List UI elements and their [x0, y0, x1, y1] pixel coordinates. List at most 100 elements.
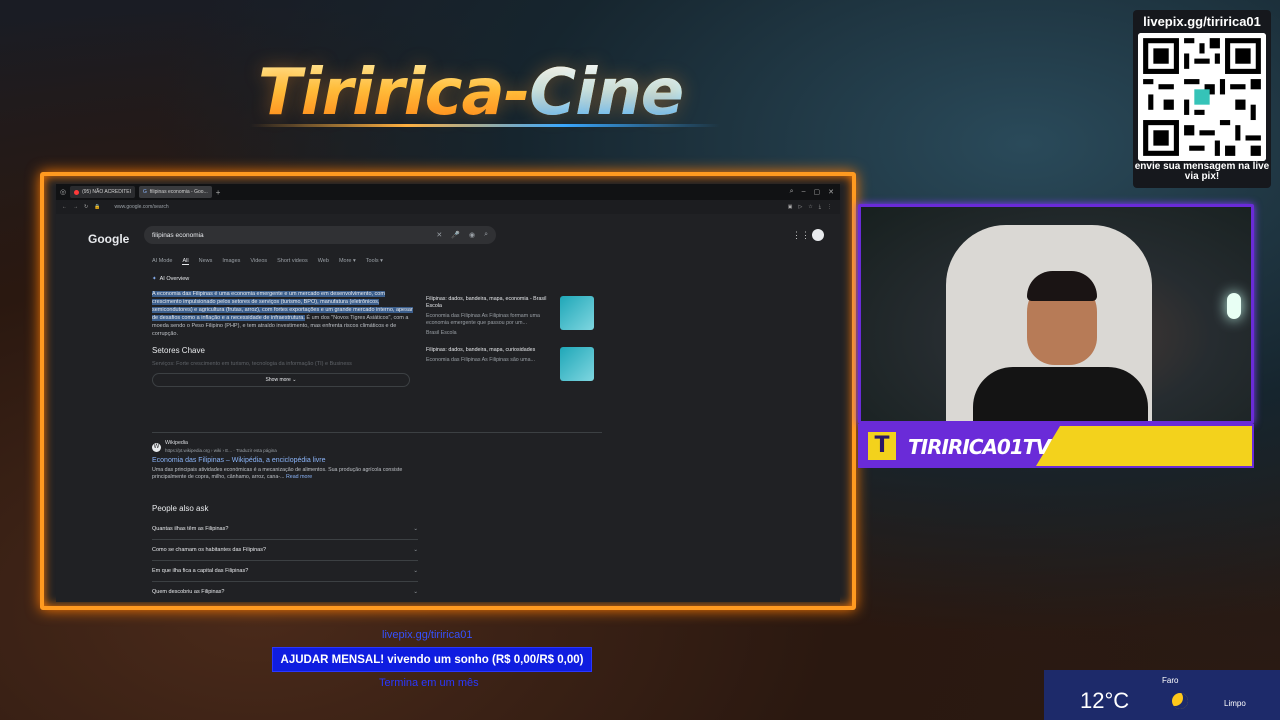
- tab-label: (95) NÃO ACREDITEI: [82, 189, 132, 195]
- show-more-button[interactable]: Show more ⌄: [152, 373, 410, 387]
- result-snippet: Uma das principais atividades económicas…: [152, 467, 403, 480]
- search-query: filipinas economia: [152, 231, 204, 239]
- browser-window: ◎ (95) NÃO ACREDITEI Gfilipinas economia…: [56, 184, 840, 602]
- google-header: Google: [88, 232, 129, 246]
- mic-icon[interactable]: 🎤: [451, 231, 460, 239]
- paa-question[interactable]: Em que ilha fica a capital das Filipinas…: [152, 561, 418, 582]
- weather-city: Faro: [1162, 676, 1179, 685]
- bookmark-icon[interactable]: ☆: [808, 204, 812, 210]
- camera-icon[interactable]: ◉: [469, 231, 475, 239]
- download-icon[interactable]: ⤓: [819, 204, 821, 210]
- source-cards: Filipinas: dados, bandeira, mapa, econom…: [426, 296, 596, 391]
- card-thumbnail: [560, 347, 594, 381]
- chevron-down-icon: ⌄: [292, 377, 297, 383]
- donation-goal-bar: AJUDAR MENSAL! vivendo um sonho (R$ 0,00…: [272, 647, 592, 672]
- tab-label: filipinas economia - Goo...: [149, 189, 208, 195]
- result-title-link[interactable]: Economia das Filipinas – Wikipédia, a en…: [152, 457, 422, 464]
- streamer: [973, 271, 1148, 421]
- address-bar: ← → ↻ 🔒 www.google.com/search ▣ ▷ ☆ ⤓ ⋮: [56, 200, 840, 214]
- chevron-down-icon: ⌄: [413, 589, 418, 595]
- brand-underline: [250, 124, 720, 127]
- divider: [152, 432, 602, 433]
- result-site: Wikipedia: [165, 440, 188, 446]
- reload-icon[interactable]: ↻: [84, 204, 88, 210]
- account-avatar[interactable]: [812, 229, 824, 241]
- clear-icon[interactable]: ✕: [436, 231, 442, 239]
- apps-grid-icon[interactable]: ⋮⋮: [792, 230, 810, 241]
- forward-icon[interactable]: →: [73, 204, 78, 210]
- tab-youtube[interactable]: (95) NÃO ACREDITEI: [70, 186, 136, 198]
- show-more-label: Show more: [265, 377, 291, 383]
- qr-message: envie sua mensagem na live via pix!: [1134, 161, 1270, 182]
- close-window-icon[interactable]: ✕: [828, 188, 834, 196]
- back-icon[interactable]: ←: [62, 204, 67, 210]
- tab-tools[interactable]: Tools ▾: [366, 258, 383, 265]
- pix-qr-panel: livepix.gg/tiririca01 envie sua mensagem…: [1133, 10, 1271, 188]
- tab-all[interactable]: All: [182, 258, 189, 265]
- youtube-icon: [74, 189, 80, 195]
- chevron-down-icon: ⌄: [413, 547, 418, 553]
- maximize-icon[interactable]: ▢: [814, 188, 821, 196]
- search-nav-tabs: AI Mode All News Images Videos Short vid…: [152, 258, 383, 265]
- card-title: Filipinas: dados, bandeira, mapa, curios…: [426, 347, 536, 353]
- moon-icon: [1172, 693, 1188, 709]
- tab-web[interactable]: Web: [318, 258, 329, 265]
- window-controls: ⌕ – ▢ ✕: [790, 188, 840, 196]
- read-more-link[interactable]: Read more: [286, 474, 312, 480]
- paa-question[interactable]: Como se chamam os habitantes das Filipin…: [152, 540, 418, 561]
- goal-deadline: Termina em um mês: [379, 677, 479, 689]
- people-also-ask: People also ask Quantas ilhas têm as Fil…: [152, 504, 418, 602]
- chevron-down-icon: ⌄: [413, 526, 418, 532]
- card-desc: Economia das Filipinas As Filipinas form…: [426, 313, 540, 326]
- tab-google[interactable]: Gfilipinas economia - Goo...: [139, 186, 212, 198]
- extension-icon[interactable]: ▷: [798, 204, 802, 210]
- channel-nameplate: T TIRIRICA01TV: [858, 424, 1254, 468]
- wikipedia-icon: W: [152, 442, 161, 452]
- channel-logo: T: [868, 432, 896, 460]
- weather-widget: Faro 12°C Limpo: [1044, 670, 1280, 720]
- card-source: Brasil Escola: [426, 330, 457, 336]
- question-text: Quem descobriu as Filipinas?: [152, 589, 225, 595]
- question-text: Em que ilha fica a capital das Filipinas…: [152, 568, 249, 574]
- search-tabs-icon[interactable]: ⌕: [790, 188, 794, 196]
- chevron-down-icon: ⌄: [413, 568, 418, 574]
- result-url: https://pt.wikipedia.org › wiki › E... ·…: [165, 448, 277, 453]
- search-icon[interactable]: ⌕: [484, 231, 488, 239]
- url-field[interactable]: www.google.com/search: [114, 204, 168, 210]
- search-result: W Wikipedia https://pt.wikipedia.org › wik…: [152, 440, 422, 481]
- extension-icons: ▣ ▷ ☆ ⤓ ⋮: [788, 204, 840, 210]
- tab-more[interactable]: More ▾: [339, 258, 356, 265]
- pix-url: livepix.gg/tiririca01: [382, 629, 473, 641]
- source-card[interactable]: Filipinas: dados, bandeira, mapa, curios…: [426, 347, 596, 381]
- question-text: Quantas ilhas têm as Filipinas?: [152, 526, 229, 532]
- source-card[interactable]: Filipinas: dados, bandeira, mapa, econom…: [426, 296, 596, 337]
- card-title: Filipinas: dados, bandeira, mapa, econom…: [426, 296, 547, 309]
- ai-overview-text: A economia das Filipinas é uma economia …: [152, 290, 414, 338]
- paa-question[interactable]: Quantas ilhas têm as Filipinas? ⌄: [152, 519, 418, 540]
- google-logo[interactable]: Google: [88, 232, 129, 246]
- lock-icon: 🔒: [94, 204, 101, 210]
- browser-frame: ◎ (95) NÃO ACREDITEI Gfilipinas economia…: [40, 172, 856, 610]
- tab-news[interactable]: News: [199, 258, 213, 265]
- browser-menu-icon[interactable]: ◎: [60, 188, 66, 196]
- sparkle-icon: ✦: [152, 276, 157, 282]
- tab-images[interactable]: Images: [222, 258, 240, 265]
- tab-videos[interactable]: Videos: [250, 258, 267, 265]
- card-thumbnail: [560, 296, 594, 330]
- new-tab-icon[interactable]: +: [216, 188, 221, 197]
- card-desc: Economia das Filipinas As Filipinas são …: [426, 357, 535, 363]
- menu-icon[interactable]: ⋮: [827, 204, 832, 210]
- paa-question[interactable]: Quem descobriu as Filipinas? ⌄: [152, 582, 418, 602]
- stream-brand-title: Tiririca-Cine: [258, 56, 684, 130]
- weather-temp: 12°C: [1080, 688, 1130, 713]
- ai-overview-heading: ✦ AI Overview: [152, 276, 602, 282]
- tab-ai-mode[interactable]: AI Mode: [152, 258, 172, 265]
- search-input[interactable]: filipinas economia ✕ 🎤 ◉ ⌕: [144, 226, 496, 244]
- lamp: [1227, 293, 1241, 319]
- tab-short-videos[interactable]: Short videos: [277, 258, 308, 265]
- extension-icon[interactable]: ▣: [788, 204, 793, 210]
- question-text: Como se chamam os habitantes das Filipin…: [152, 547, 267, 553]
- minimize-icon[interactable]: –: [802, 188, 806, 196]
- qr-title: livepix.gg/tiririca01: [1143, 14, 1261, 29]
- qr-code: [1138, 33, 1266, 161]
